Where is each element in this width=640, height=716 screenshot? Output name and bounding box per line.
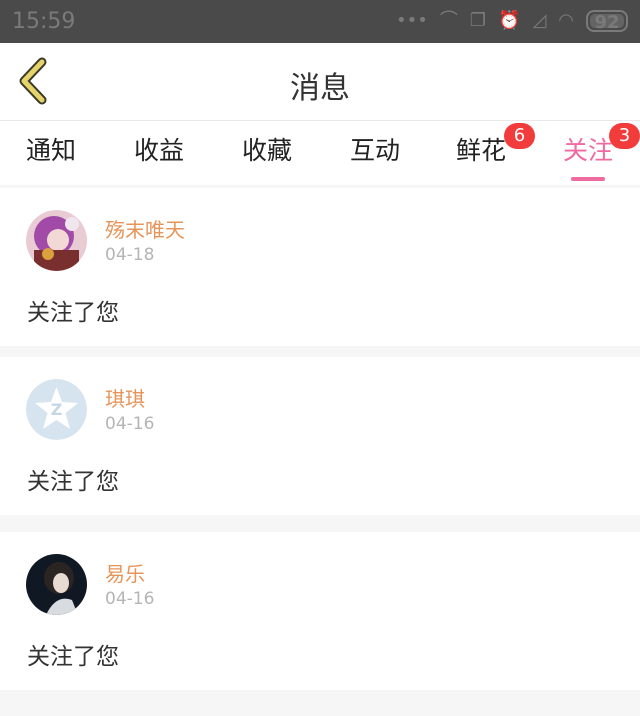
tab-badge: 3 xyxy=(609,123,640,149)
default-avatar-icon: Z xyxy=(26,379,87,440)
tab-label: 收益 xyxy=(134,136,185,165)
tab-label: 互动 xyxy=(350,136,401,165)
avatar[interactable]: Z xyxy=(26,379,87,440)
user-name[interactable]: 殇末唯天 xyxy=(105,214,185,243)
wifi-icon: ◠ xyxy=(558,10,574,31)
message-item[interactable]: Z 琪琪 04-16 关注了您 xyxy=(0,357,640,515)
user-name[interactable]: 易乐 xyxy=(105,558,145,587)
message-date: 04-16 xyxy=(105,414,155,434)
tab-earnings[interactable]: 收益 xyxy=(134,131,184,167)
tab-label: 鲜花 xyxy=(456,136,507,165)
tab-flowers[interactable]: 鲜花 6 xyxy=(456,123,535,167)
more-dots-icon: ••• xyxy=(396,10,428,31)
signal-icon: ◿ xyxy=(532,10,547,31)
avatar[interactable] xyxy=(26,554,87,615)
headset-icon: ⌒ xyxy=(439,10,458,31)
message-text: 关注了您 xyxy=(27,644,119,670)
message-text: 关注了您 xyxy=(27,469,119,495)
tab-badge: 6 xyxy=(504,123,535,149)
message-item[interactable]: 殇末唯天 04-18 关注了您 xyxy=(0,188,640,346)
message-date: 04-18 xyxy=(105,245,155,265)
tab-label: 收藏 xyxy=(242,136,293,165)
alarm-icon: ⏰ xyxy=(498,10,521,31)
tab-favorites[interactable]: 收藏 xyxy=(242,131,292,167)
tab-follows[interactable]: 关注 3 xyxy=(563,123,640,181)
tab-bar: 通知 收益 收藏 互动 鲜花 6 关注 3 xyxy=(0,121,640,185)
status-icons: ••• ⌒ ❐ ⏰ ◿ ◠ 92 xyxy=(396,10,628,33)
avatar-image xyxy=(26,554,87,615)
battery-icon: 92 xyxy=(586,10,628,33)
message-text: 关注了您 xyxy=(27,300,119,326)
tab-notifications[interactable]: 通知 xyxy=(26,131,76,167)
tab-label: 关注 xyxy=(563,136,614,165)
avatar[interactable] xyxy=(26,210,87,271)
user-name[interactable]: 琪琪 xyxy=(105,383,145,412)
app-header: 消息 xyxy=(0,43,640,121)
avatar-image xyxy=(26,210,87,271)
copy-icon: ❐ xyxy=(469,10,487,31)
svg-text:Z: Z xyxy=(51,400,63,419)
tab-label: 通知 xyxy=(26,136,77,165)
page-title: 消息 xyxy=(290,71,350,106)
active-tab-indicator xyxy=(571,177,606,181)
battery-level: 92 xyxy=(594,12,620,33)
tab-interactions[interactable]: 互动 xyxy=(350,131,400,167)
status-bar: 15:59 ••• ⌒ ❐ ⏰ ◿ ◠ 92 xyxy=(0,0,640,43)
status-time: 15:59 xyxy=(12,9,76,34)
message-date: 04-16 xyxy=(105,589,155,609)
message-item[interactable]: 易乐 04-16 关注了您 xyxy=(0,532,640,690)
